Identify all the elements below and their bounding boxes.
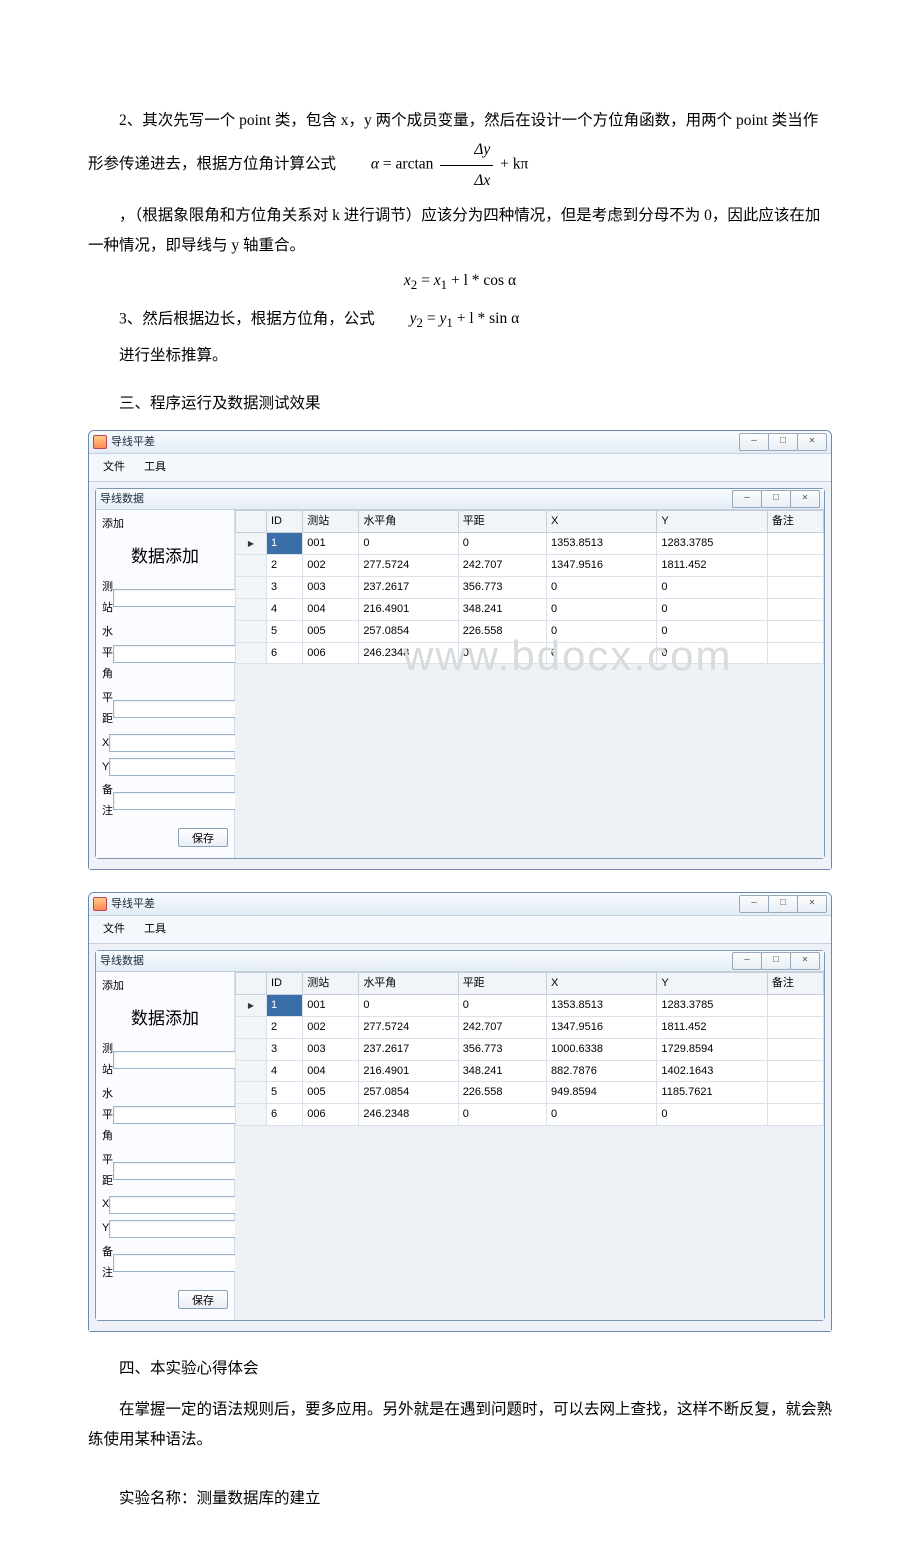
child-max-button[interactable] [761,952,791,970]
child-max-button[interactable] [761,490,791,508]
minimize-button[interactable] [739,433,769,451]
window-title: 导线平差 [111,894,740,915]
text: 3、然后根据边长，根据方位角，公式 [119,310,375,327]
child-titlebar[interactable]: 导线数据 [96,951,824,972]
child-title: 导线数据 [100,489,733,510]
table-row[interactable]: 3003237.2617356.77300 [236,576,824,598]
col-header[interactable]: 平距 [458,511,546,533]
heading-4: 四、本实验心得体会 [88,1354,832,1383]
table-row[interactable]: 1001001353.85131283.3785 [236,533,824,555]
menubar: 文件 工具 [89,454,831,482]
side-panel: 添加 数据添加 测站 水平角 平距 X Y 备注 保存 [96,510,235,858]
table-row[interactable]: 5005257.0854226.55800 [236,620,824,642]
col-header[interactable]: ID [267,511,303,533]
side-add-label: 添加 [102,514,228,535]
col-header[interactable]: X [546,511,656,533]
col-header[interactable]: X [546,973,656,995]
child-min-button[interactable] [732,490,762,508]
child-titlebar[interactable]: 导线数据 [96,489,824,510]
formula-azimuth: α = arctan ΔyΔx + kπ [340,135,528,195]
lbl-station: 测站 [102,577,113,619]
save-button[interactable]: 保存 [178,1290,228,1309]
table-row[interactable]: 6006246.2348000 [236,642,824,664]
lbl-dist: 平距 [102,688,113,730]
col-header[interactable]: ID [267,973,303,995]
child-title: 导线数据 [100,951,733,972]
menubar: 文件 工具 [89,916,831,944]
lbl-x: X [102,1194,109,1215]
titlebar[interactable]: 导线平差 [89,893,831,916]
app-icon [93,435,107,449]
menu-tool[interactable]: 工具 [136,456,174,479]
paragraph-4: 进行坐标推算。 [88,341,832,370]
side-big-title: 数据添加 [102,541,228,573]
table-row[interactable]: 4004216.4901348.241882.78761402.1643 [236,1060,824,1082]
maximize-button[interactable] [768,895,798,913]
menu-file[interactable]: 文件 [95,918,133,941]
table-row[interactable]: 2002277.5724242.7071347.95161811.452 [236,555,824,577]
side-add-label: 添加 [102,976,228,997]
lbl-y: Y [102,757,109,778]
col-header[interactable]: 备注 [767,511,823,533]
table-row[interactable]: 3003237.2617356.7731000.63381729.8594 [236,1038,824,1060]
paragraph-2: 2、其次先写一个 point 类，包含 x，y 两个成员变量，然后在设计一个方位… [88,106,832,195]
titlebar[interactable]: 导线平差 [89,431,831,454]
minimize-button[interactable] [739,895,769,913]
lbl-hang: 水平角 [102,1084,113,1147]
col-header[interactable]: 平距 [458,973,546,995]
col-header[interactable]: 测站 [303,511,359,533]
side-panel: 添加 数据添加 测站 水平角 平距 X Y 备注 保存 [96,972,235,1320]
lbl-x: X [102,733,109,754]
paragraph-3: 3、然后根据边长，根据方位角，公式 y2 = y1 + l * sin α [88,304,832,336]
close-button[interactable] [797,433,827,451]
table-row[interactable]: 2002277.5724242.7071347.95161811.452 [236,1016,824,1038]
col-header[interactable]: Y [657,511,767,533]
table-row[interactable]: 5005257.0854226.558949.85941185.7621 [236,1082,824,1104]
table-row[interactable]: 1001001353.85131283.3785 [236,994,824,1016]
paragraph-5: 在掌握一定的语法规则后，要多应用。另外就是在遇到问题时，可以去网上查找，这样不断… [88,1395,832,1454]
child-min-button[interactable] [732,952,762,970]
save-button[interactable]: 保存 [178,828,228,847]
side-big-title: 数据添加 [102,1003,228,1035]
maximize-button[interactable] [768,433,798,451]
lbl-hang: 水平角 [102,622,113,685]
lbl-station: 测站 [102,1039,113,1081]
child-close-button[interactable] [790,490,820,508]
grid-1[interactable]: www.bdocx.com ID测站水平角平距XY备注1001001353.85… [235,510,824,858]
child-window-2: 导线数据 添加 数据添加 测站 水平角 平距 X Y [95,950,825,1321]
lbl-y: Y [102,1218,109,1239]
col-header[interactable]: Y [657,973,767,995]
child-window-1: 导线数据 添加 数据添加 测站 水平角 平距 X Y [95,488,825,859]
grid-2[interactable]: ID测站水平角平距XY备注1001001353.85131283.3785200… [235,972,824,1320]
lbl-note: 备注 [102,1242,113,1284]
main-window-2: 导线平差 文件 工具 导线数据 [88,892,832,1332]
close-button[interactable] [797,895,827,913]
lbl-dist: 平距 [102,1150,113,1192]
col-header[interactable]: 水平角 [359,973,458,995]
col-header[interactable]: 备注 [767,973,823,995]
formula-y2: y2 = y1 + l * sin α [379,304,520,336]
window-title: 导线平差 [111,432,740,453]
child-close-button[interactable] [790,952,820,970]
heading-3: 三、程序运行及数据测试效果 [88,389,832,418]
menu-file[interactable]: 文件 [95,456,133,479]
col-header[interactable]: 水平角 [359,511,458,533]
app-icon [93,897,107,911]
paragraph-2b: ，（根据象限角和方位角关系对 k 进行调节）应该分为四种情况，但是考虑到分母不为… [88,201,832,260]
table-row[interactable]: 6006246.2348000 [236,1104,824,1126]
col-header[interactable]: 测站 [303,973,359,995]
formula-x2: x2 = x1 + l * cos α [88,266,832,298]
paragraph-6: 实验名称：测量数据库的建立 [88,1484,832,1513]
table-row[interactable]: 4004216.4901348.24100 [236,598,824,620]
menu-tool[interactable]: 工具 [136,918,174,941]
main-window-1: 导线平差 文件 工具 导线数据 [88,430,832,870]
lbl-note: 备注 [102,780,113,822]
